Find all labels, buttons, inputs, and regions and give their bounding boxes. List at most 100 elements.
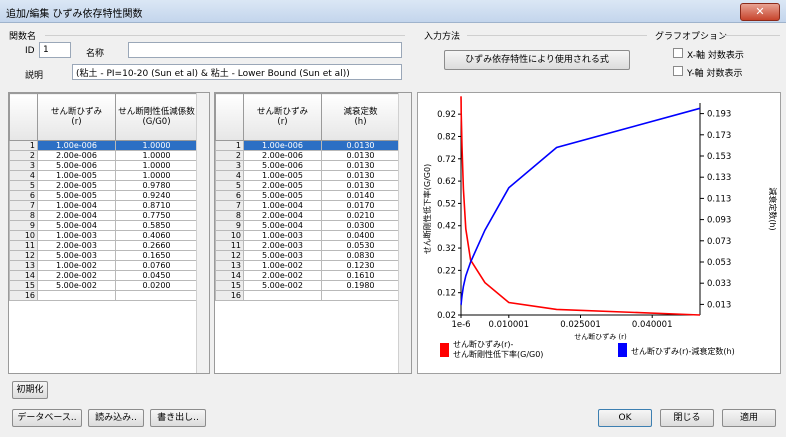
damping-cell[interactable]: 0.0530: [321, 240, 400, 251]
strain-cell[interactable]: 1.00e-006: [243, 140, 322, 151]
x-log-checkbox[interactable]: [673, 48, 683, 58]
strain-cell[interactable]: 1.00e-004: [243, 200, 322, 211]
strain-cell[interactable]: 2.00e-005: [243, 180, 322, 191]
damping-cell[interactable]: 0.0130: [321, 160, 400, 171]
table-row[interactable]: 2 2.00e-006 1.0000: [9, 150, 198, 161]
strain-cell[interactable]: 5.00e-004: [243, 220, 322, 231]
strain-function-button[interactable]: ひずみ依存特性により使用される式: [444, 50, 630, 70]
close-window-button[interactable]: ✕: [740, 3, 780, 21]
initialize-button[interactable]: 初期化: [12, 381, 48, 399]
export-button[interactable]: 書き出し..: [150, 409, 206, 427]
strain-cell[interactable]: 1.00e-003: [243, 230, 322, 241]
table-row[interactable]: 1 1.00e-006 0.0130: [215, 140, 400, 151]
table-row[interactable]: 8 2.00e-004 0.7750: [9, 210, 198, 221]
strain-cell[interactable]: [37, 290, 116, 301]
table-row[interactable]: 10 1.00e-003 0.4060: [9, 230, 198, 241]
stiffness-column-header[interactable]: せん断剛性低減係数 (G/G0): [115, 93, 198, 141]
table-row[interactable]: 13 1.00e-002 0.1230: [215, 260, 400, 271]
stiffness-cell[interactable]: 0.0450: [115, 270, 198, 281]
strain-cell[interactable]: 2.00e-006: [37, 150, 116, 161]
damping-cell[interactable]: 0.0130: [321, 140, 400, 151]
stiffness-table[interactable]: せん断ひずみ (r) せん断剛性低減係数 (G/G0) 1 1.00e-006 1.…: [8, 92, 210, 374]
strain-cell[interactable]: 2.00e-004: [37, 210, 116, 221]
strain-cell[interactable]: 1.00e-004: [37, 200, 116, 211]
close-button[interactable]: 閉じる: [660, 409, 714, 427]
stiffness-cell[interactable]: 0.4060: [115, 230, 198, 241]
strain-cell[interactable]: 2.00e-002: [243, 270, 322, 281]
table-row[interactable]: 13 1.00e-002 0.0760: [9, 260, 198, 271]
table-row[interactable]: 2 2.00e-006 0.0130: [215, 150, 400, 161]
database-button[interactable]: データベース..: [12, 409, 82, 427]
stiffness-cell[interactable]: 0.7750: [115, 210, 198, 221]
damping-cell[interactable]: 0.0210: [321, 210, 400, 221]
damping-cell[interactable]: [321, 290, 400, 301]
stiffness-cell[interactable]: 0.5850: [115, 220, 198, 231]
strain-column-header[interactable]: せん断ひずみ (r): [243, 93, 322, 141]
stiffness-cell[interactable]: 0.9780: [115, 180, 198, 191]
stiffness-cell[interactable]: 0.0200: [115, 280, 198, 291]
name-field[interactable]: [128, 42, 402, 58]
table-row[interactable]: 4 1.00e-005 1.0000: [9, 170, 198, 181]
strain-cell[interactable]: 5.00e-003: [243, 250, 322, 261]
stiffness-cell[interactable]: 0.8710: [115, 200, 198, 211]
strain-cell[interactable]: 5.00e-004: [37, 220, 116, 231]
strain-cell[interactable]: 5.00e-002: [37, 280, 116, 291]
ok-button[interactable]: OK: [598, 409, 652, 427]
strain-cell[interactable]: 5.00e-006: [243, 160, 322, 171]
stiffness-cell[interactable]: 0.2660: [115, 240, 198, 251]
damping-cell[interactable]: 0.0130: [321, 180, 400, 191]
damping-cell[interactable]: 0.0170: [321, 200, 400, 211]
apply-button[interactable]: 適用: [722, 409, 776, 427]
load-button[interactable]: 読み込み..: [88, 409, 144, 427]
stiffness-cell[interactable]: 1.0000: [115, 160, 198, 171]
strain-cell[interactable]: 1.00e-005: [37, 170, 116, 181]
id-field[interactable]: [39, 42, 71, 58]
table-row[interactable]: 8 2.00e-004 0.0210: [215, 210, 400, 221]
table-row[interactable]: 15 5.00e-002 0.0200: [9, 280, 198, 291]
damping-table[interactable]: せん断ひずみ (r) 減衰定数 (h) 1 1.00e-006 0.0130 2 2.0…: [214, 92, 412, 374]
stiffness-cell[interactable]: 0.9240: [115, 190, 198, 201]
damping-cell[interactable]: 0.1230: [321, 260, 400, 271]
table-row[interactable]: 15 5.00e-002 0.1980: [215, 280, 400, 291]
stiffness-cell[interactable]: 0.0760: [115, 260, 198, 271]
table-row[interactable]: 6 5.00e-005 0.0140: [215, 190, 400, 201]
strain-column-header[interactable]: せん断ひずみ (r): [37, 93, 116, 141]
table-row[interactable]: 4 1.00e-005 0.0130: [215, 170, 400, 181]
table-row[interactable]: 16: [9, 290, 198, 301]
strain-cell[interactable]: [243, 290, 322, 301]
table-row[interactable]: 14 2.00e-002 0.0450: [9, 270, 198, 281]
strain-cell[interactable]: 2.00e-002: [37, 270, 116, 281]
strain-cell[interactable]: 1.00e-003: [37, 230, 116, 241]
damping-cell[interactable]: 0.0830: [321, 250, 400, 261]
strain-cell[interactable]: 1.00e-006: [37, 140, 116, 151]
damping-column-header[interactable]: 減衰定数 (h): [321, 93, 400, 141]
table-row[interactable]: 7 1.00e-004 0.8710: [9, 200, 198, 211]
table-row[interactable]: 6 5.00e-005 0.9240: [9, 190, 198, 201]
table-row[interactable]: 7 1.00e-004 0.0170: [215, 200, 400, 211]
table-row[interactable]: 9 5.00e-004 0.5850: [9, 220, 198, 231]
table-row[interactable]: 5 2.00e-005 0.9780: [9, 180, 198, 191]
damping-cell[interactable]: 0.0130: [321, 170, 400, 181]
stiffness-cell[interactable]: 1.0000: [115, 150, 198, 161]
damping-cell[interactable]: 0.1980: [321, 280, 400, 291]
strain-cell[interactable]: 5.00e-005: [243, 190, 322, 201]
damping-table-scrollbar[interactable]: [398, 93, 411, 373]
strain-cell[interactable]: 2.00e-004: [243, 210, 322, 221]
strain-cell[interactable]: 5.00e-005: [37, 190, 116, 201]
strain-cell[interactable]: 1.00e-002: [37, 260, 116, 271]
table-row[interactable]: 5 2.00e-005 0.0130: [215, 180, 400, 191]
strain-cell[interactable]: 5.00e-003: [37, 250, 116, 261]
damping-cell[interactable]: 0.0400: [321, 230, 400, 241]
table-row[interactable]: 3 5.00e-006 1.0000: [9, 160, 198, 171]
strain-cell[interactable]: 1.00e-005: [243, 170, 322, 181]
description-field[interactable]: [72, 64, 402, 80]
table-row[interactable]: 10 1.00e-003 0.0400: [215, 230, 400, 241]
table-row[interactable]: 12 5.00e-003 0.1650: [9, 250, 198, 261]
strain-cell[interactable]: 2.00e-006: [243, 150, 322, 161]
table-row[interactable]: 11 2.00e-003 0.0530: [215, 240, 400, 251]
table-row[interactable]: 9 5.00e-004 0.0300: [215, 220, 400, 231]
strain-cell[interactable]: 1.00e-002: [243, 260, 322, 271]
table-row[interactable]: 11 2.00e-003 0.2660: [9, 240, 198, 251]
table-row[interactable]: 12 5.00e-003 0.0830: [215, 250, 400, 261]
stiffness-cell[interactable]: 1.0000: [115, 170, 198, 181]
